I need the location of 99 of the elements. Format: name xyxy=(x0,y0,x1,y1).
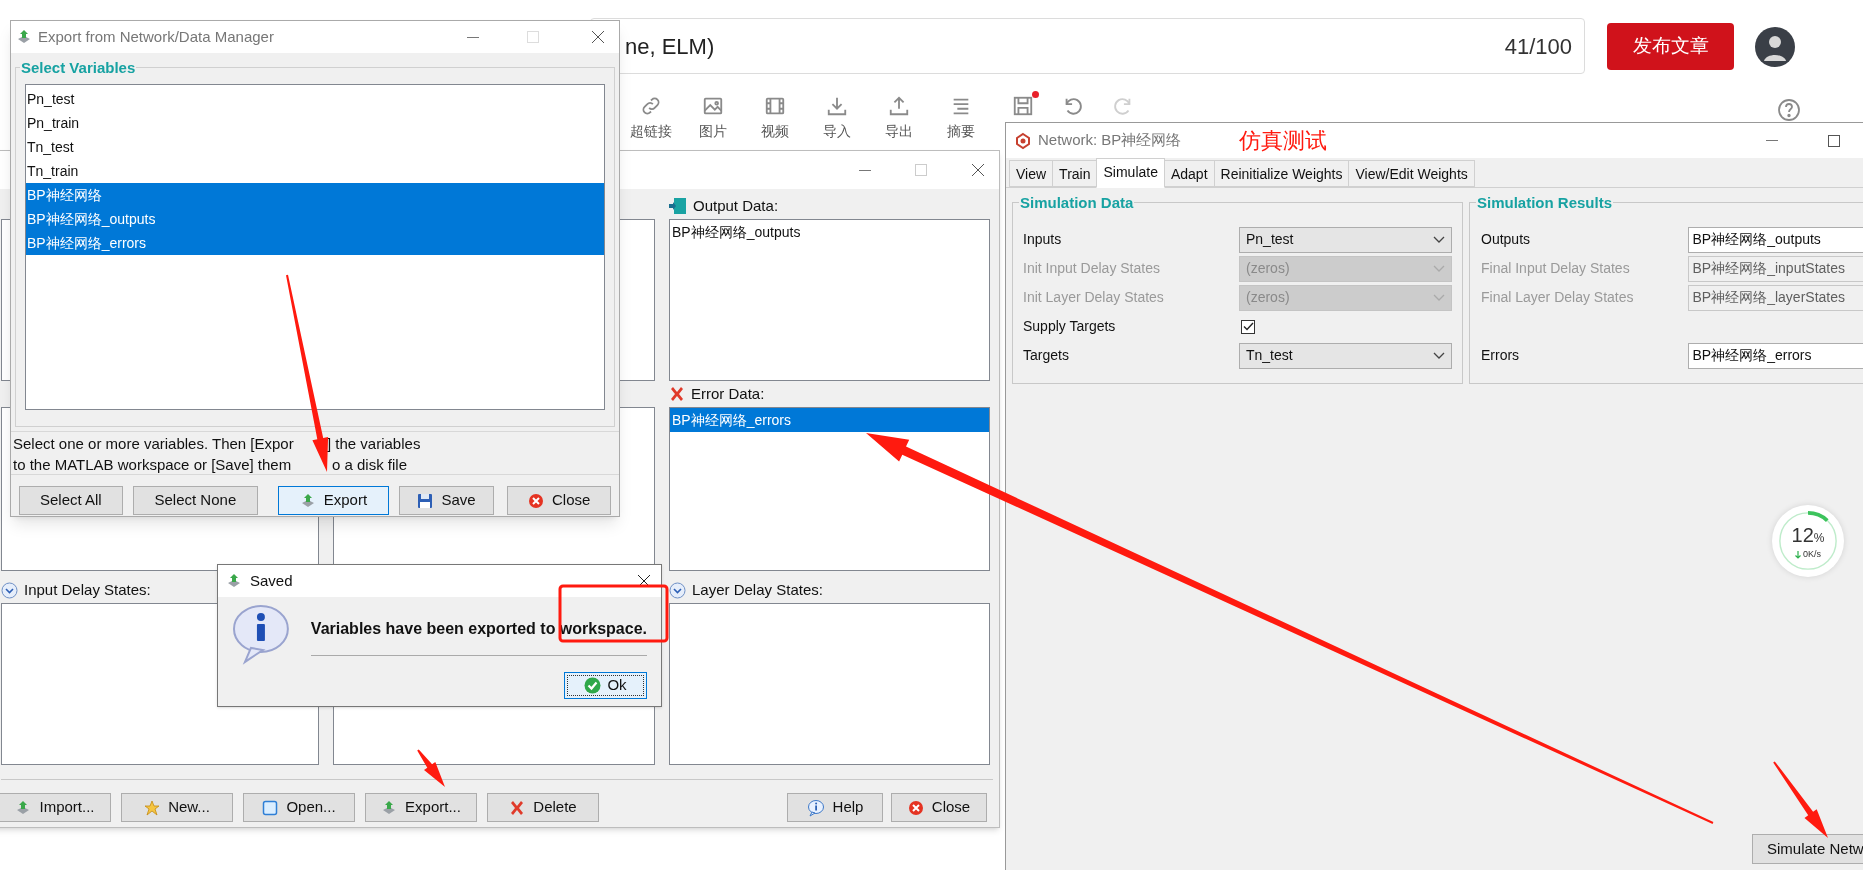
network-icon xyxy=(1014,131,1032,150)
upload-icon xyxy=(888,95,910,117)
maximize-icon[interactable] xyxy=(1828,134,1840,147)
close-icon[interactable] xyxy=(591,30,605,44)
info-balloon-icon xyxy=(806,798,825,817)
dialog-button[interactable]: Select All xyxy=(19,486,123,515)
dialog-button[interactable]: Export... xyxy=(365,793,477,822)
list-item[interactable]: BP神经网络_errors xyxy=(670,408,989,432)
arrow xyxy=(417,749,445,787)
dialog-button[interactable]: Delete xyxy=(487,793,599,822)
toolbar-button[interactable]: 超链接 xyxy=(620,95,682,139)
tab[interactable]: View/Edit Weights xyxy=(1348,160,1475,187)
link-icon xyxy=(640,95,662,117)
dialog-button[interactable]: Select None xyxy=(132,486,259,515)
window-title: Network: BP神经网络 xyxy=(1038,130,1182,151)
rate-text: 0K/s xyxy=(1803,547,1821,561)
section-label: Output Data: xyxy=(693,195,779,216)
field-label: Final Layer Delay States xyxy=(1481,288,1635,307)
minimize-icon[interactable] xyxy=(859,169,871,171)
message-text: Variables have been exported to workspace. xyxy=(310,619,647,639)
section-label: Layer Delay States: xyxy=(692,579,823,600)
film-icon xyxy=(764,95,786,117)
window-title: Export from Network/Data Manager xyxy=(38,26,275,47)
close-icon xyxy=(528,492,544,509)
hint-text: o a disk file xyxy=(332,455,408,475)
section-label: Input Delay States: xyxy=(24,579,151,600)
minimize-icon[interactable] xyxy=(467,36,479,38)
hint-text: Select one or more variables. Then [Expor xyxy=(13,434,295,454)
tab[interactable]: Train xyxy=(1052,160,1098,187)
toolbar-button[interactable]: 视频 xyxy=(744,95,806,139)
dropdown[interactable]: Tn_test xyxy=(1239,342,1452,369)
percent-text: 12% xyxy=(1791,524,1825,548)
field-label: Errors xyxy=(1481,346,1521,365)
download-arrow-icon xyxy=(1795,550,1801,559)
toolbar-button[interactable]: 摘要 xyxy=(930,95,992,139)
close-icon[interactable] xyxy=(637,574,651,588)
list-item[interactable]: Pn_test xyxy=(26,87,604,111)
window-title: Saved xyxy=(250,570,294,591)
dialog-button[interactable]: Help xyxy=(787,793,883,822)
dialog-button[interactable]: Close xyxy=(891,793,987,822)
field-label: Inputs xyxy=(1023,230,1063,249)
field-label: Init Input Delay States xyxy=(1023,259,1161,278)
tab[interactable]: Adapt xyxy=(1163,160,1215,187)
annotation-text: 仿真测试 xyxy=(1239,127,1328,155)
list-item[interactable]: BP神经网络_outputs xyxy=(670,220,989,244)
field-label: Targets xyxy=(1023,346,1070,365)
list-item[interactable]: BP神经网络_outputs xyxy=(26,207,604,231)
toolbar-button[interactable]: 图片 xyxy=(682,95,744,139)
toolbar-button[interactable]: 导入 xyxy=(806,95,868,139)
help-icon[interactable] xyxy=(1777,98,1801,122)
list-item[interactable]: BP神经网络 xyxy=(26,183,604,207)
section-label: Error Data: xyxy=(691,383,765,404)
field-label: Outputs xyxy=(1481,230,1532,249)
tab[interactable]: View xyxy=(1009,160,1054,187)
dialog-button[interactable]: Close xyxy=(507,486,611,515)
list-item[interactable]: Tn_test xyxy=(26,135,604,159)
field-label: Init Layer Delay States xyxy=(1023,288,1165,307)
star-icon xyxy=(144,799,161,816)
chevron-down-icon xyxy=(1433,351,1445,360)
chevron-down-icon xyxy=(1433,264,1445,273)
output-icon xyxy=(669,197,687,215)
checkbox[interactable] xyxy=(1241,319,1255,334)
simulate-button[interactable]: Simulate Netw xyxy=(1752,834,1863,864)
chevron-down-icon xyxy=(1433,235,1445,244)
image-icon xyxy=(702,95,724,117)
hint-text: to the MATLAB workspace or [Save] them xyxy=(13,455,293,475)
character-counter: 41/100 xyxy=(1504,32,1572,61)
list-item[interactable]: BP神经网络_errors xyxy=(26,231,604,255)
text-field[interactable]: BP神经网络_outputs xyxy=(1688,226,1863,253)
cross-icon xyxy=(669,386,685,402)
field-label: Supply Targets xyxy=(1023,317,1117,336)
package-arrow-icon xyxy=(226,573,242,589)
info-balloon-icon xyxy=(231,603,291,665)
ok-button[interactable]: Ok xyxy=(564,672,647,699)
tab[interactable]: Reinitialize Weights xyxy=(1213,160,1350,187)
close-icon[interactable] xyxy=(971,163,985,177)
chevron-circle-icon xyxy=(669,581,686,599)
package-arrow-icon xyxy=(16,29,32,45)
close-icon xyxy=(907,799,924,816)
tab[interactable]: Simulate xyxy=(1096,158,1165,188)
dropdown[interactable]: Pn_test xyxy=(1239,226,1452,253)
cross-icon xyxy=(509,799,526,816)
dialog-button[interactable]: Import... xyxy=(0,793,111,822)
list-item[interactable]: Pn_train xyxy=(26,111,604,135)
check-icon xyxy=(584,677,602,694)
publish-button[interactable]: 发布文章 xyxy=(1607,23,1734,70)
chevron-down-icon xyxy=(1433,293,1445,302)
dialog-button[interactable]: Save xyxy=(398,486,495,515)
text-field[interactable]: BP神经网络_errors xyxy=(1688,342,1863,369)
dialog-button[interactable]: New... xyxy=(121,793,233,822)
field-label: Final Input Delay States xyxy=(1481,259,1631,278)
download-icon xyxy=(826,95,848,117)
save-icon xyxy=(417,492,434,509)
window-icon xyxy=(262,799,279,816)
avatar[interactable] xyxy=(1755,27,1795,67)
save-icon[interactable] xyxy=(1012,95,1034,117)
toolbar-button[interactable]: 导出 xyxy=(868,95,930,139)
dialog-button[interactable]: Export xyxy=(278,486,389,515)
dialog-button[interactable]: Open... xyxy=(243,793,355,822)
